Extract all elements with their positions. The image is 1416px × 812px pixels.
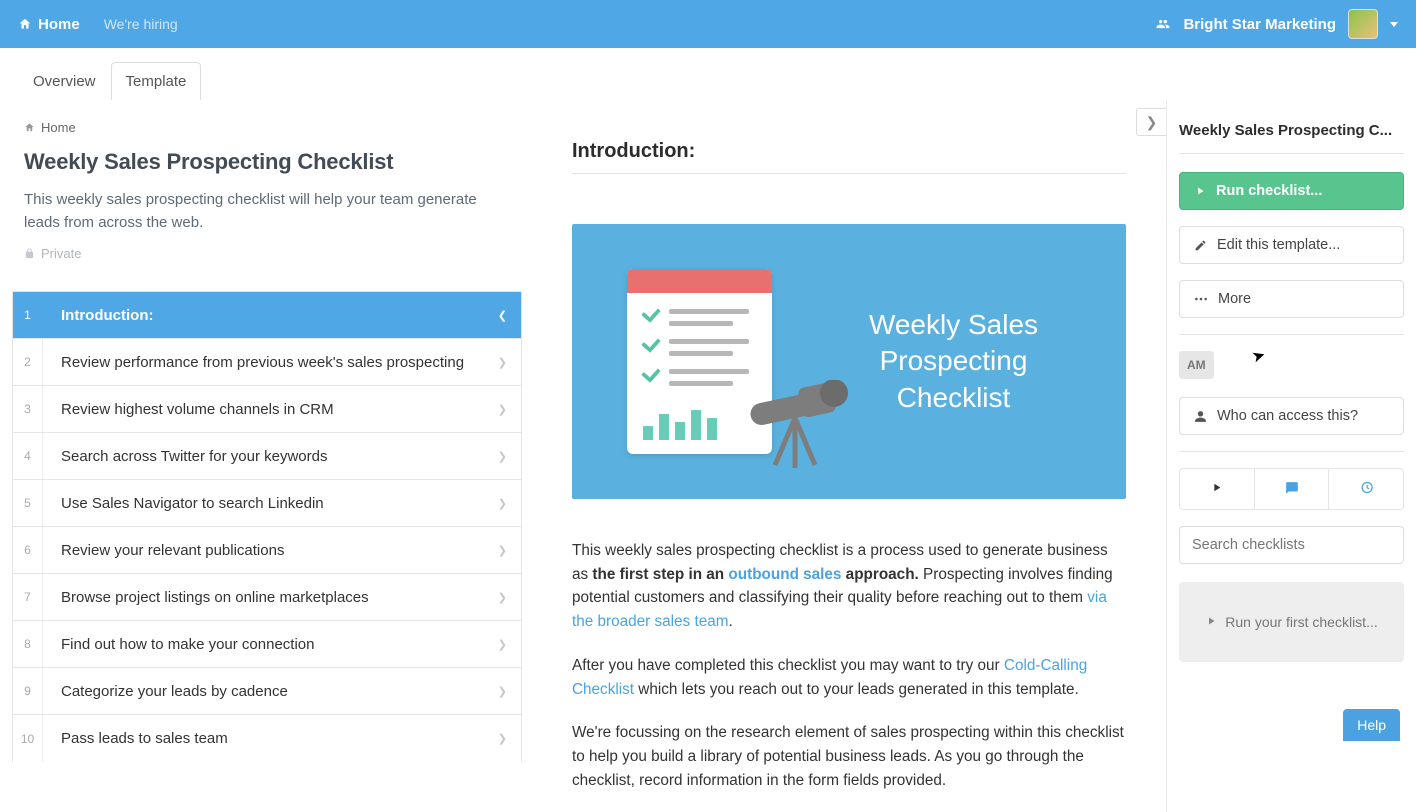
step-label: Review highest volume channels in CRM <box>43 401 498 418</box>
run-checklist-button[interactable]: Run checklist... <box>1179 172 1404 210</box>
play-icon <box>1210 481 1223 497</box>
person-icon <box>1194 410 1207 423</box>
top-bar: Home We're hiring Bright Star Marketing <box>0 0 1416 48</box>
outbound-sales-link[interactable]: outbound sales <box>728 566 841 583</box>
step-item[interactable]: 8 Find out how to make your connection ❯ <box>13 621 521 668</box>
step-item[interactable]: 1 Introduction: ❮ <box>13 292 521 339</box>
home-icon <box>24 122 35 133</box>
account-menu-caret-icon[interactable] <box>1390 22 1398 27</box>
home-icon <box>18 17 32 31</box>
ellipsis-icon <box>1194 296 1208 302</box>
tab-template[interactable]: Template <box>111 62 202 100</box>
steps-list: 1 Introduction: ❮ 2 Review performance f… <box>12 291 522 762</box>
chevron-right-icon: ❯ <box>498 638 521 651</box>
tab-overview[interactable]: Overview <box>18 62 111 100</box>
step-label: Find out how to make your connection <box>43 636 498 653</box>
side-tab-row <box>1179 468 1404 510</box>
step-label: Use Sales Navigator to search Linkedin <box>43 495 498 512</box>
org-icon <box>1155 17 1171 31</box>
tabs-row: Overview Template <box>0 48 1416 100</box>
step-number: 1 <box>13 292 43 338</box>
section-heading: Introduction: <box>572 140 1126 174</box>
chevron-right-icon: ❯ <box>498 450 521 463</box>
step-number: 2 <box>13 339 43 385</box>
chevron-right-icon: ❯ <box>1146 114 1158 131</box>
home-label: Home <box>38 16 80 33</box>
play-icon <box>1194 185 1206 197</box>
chevron-right-icon: ❯ <box>498 403 521 416</box>
history-icon <box>1359 480 1374 498</box>
breadcrumb-home: Home <box>41 120 76 135</box>
left-pane: Home Weekly Sales Prospecting Checklist … <box>0 100 522 812</box>
step-item[interactable]: 9 Categorize your leads by cadence ❯ <box>13 668 521 715</box>
step-item[interactable]: 3 Review highest volume channels in CRM … <box>13 386 521 433</box>
side-tab-comments[interactable] <box>1255 469 1330 509</box>
more-button[interactable]: More <box>1179 280 1404 318</box>
step-label: Introduction: <box>43 307 498 324</box>
org-name[interactable]: Bright Star Marketing <box>1183 16 1336 33</box>
step-label: Search across Twitter for your keywords <box>43 448 498 465</box>
search-checklists[interactable] <box>1179 526 1404 564</box>
step-item[interactable]: 6 Review your relevant publications ❯ <box>13 527 521 574</box>
chevron-right-icon: ❯ <box>498 685 521 698</box>
help-button[interactable]: Help <box>1343 709 1400 741</box>
step-number: 4 <box>13 433 43 479</box>
chevron-right-icon: ❯ <box>498 497 521 510</box>
step-item[interactable]: 2 Review performance from previous week'… <box>13 339 521 386</box>
step-label: Pass leads to sales team <box>43 730 498 747</box>
step-label: Review your relevant publications <box>43 542 498 559</box>
telescope-illustration <box>740 380 850 473</box>
step-label: Review performance from previous week's … <box>43 354 498 371</box>
privacy-label: Private <box>41 246 81 261</box>
side-tab-history[interactable] <box>1329 469 1403 509</box>
step-number: 8 <box>13 621 43 667</box>
chevron-right-icon: ❯ <box>498 591 521 604</box>
step-item[interactable]: 5 Use Sales Navigator to search Linkedin… <box>13 480 521 527</box>
step-number: 3 <box>13 386 43 432</box>
step-number: 10 <box>13 715 43 762</box>
avatar[interactable] <box>1348 9 1378 39</box>
comments-icon <box>1284 481 1300 498</box>
run-first-checklist-button[interactable]: Run your first checklist... <box>1179 582 1404 662</box>
play-icon <box>1205 614 1217 630</box>
hero-banner: Weekly Sales Prospecting Checklist <box>572 224 1126 499</box>
search-input[interactable] <box>1179 526 1404 564</box>
step-item[interactable]: 10 Pass leads to sales team ❯ <box>13 715 521 762</box>
page-title: Weekly Sales Prospecting Checklist <box>24 149 522 175</box>
step-number: 7 <box>13 574 43 620</box>
chevron-right-icon: ❯ <box>498 544 521 557</box>
side-tab-play[interactable] <box>1180 469 1255 509</box>
step-label: Browse project listings on online market… <box>43 589 498 606</box>
page-description: This weekly sales prospecting checklist … <box>24 189 494 234</box>
hiring-link[interactable]: We're hiring <box>104 16 178 32</box>
privacy-indicator: Private <box>24 246 522 261</box>
lock-icon <box>24 248 35 259</box>
step-number: 9 <box>13 668 43 714</box>
collapse-panel-button[interactable]: ❯ <box>1136 108 1166 136</box>
pencil-icon <box>1194 239 1207 252</box>
breadcrumb[interactable]: Home <box>24 120 522 135</box>
step-item[interactable]: 7 Browse project listings on online mark… <box>13 574 521 621</box>
body-text: This weekly sales prospecting checklist … <box>572 539 1126 792</box>
edit-template-button[interactable]: Edit this template... <box>1179 226 1404 264</box>
who-can-access-button[interactable]: Who can access this? <box>1179 397 1404 435</box>
hero-title: Weekly Sales Prospecting Checklist <box>821 307 1086 416</box>
step-number: 6 <box>13 527 43 573</box>
initials-badge[interactable]: AM <box>1179 351 1214 379</box>
chevron-right-icon: ❯ <box>498 732 521 745</box>
home-link[interactable]: Home <box>18 16 80 33</box>
step-label: Categorize your leads by cadence <box>43 683 498 700</box>
step-number: 5 <box>13 480 43 526</box>
chevron-right-icon: ❯ <box>498 356 521 369</box>
right-pane: Weekly Sales Prospecting C... Run checkl… <box>1166 100 1416 812</box>
chevron-left-icon: ❮ <box>498 309 521 322</box>
step-item[interactable]: 4 Search across Twitter for your keyword… <box>13 433 521 480</box>
side-title: Weekly Sales Prospecting C... <box>1179 122 1404 154</box>
content-pane: ❯ Introduction: Weekly Sales Prosp <box>522 100 1166 812</box>
